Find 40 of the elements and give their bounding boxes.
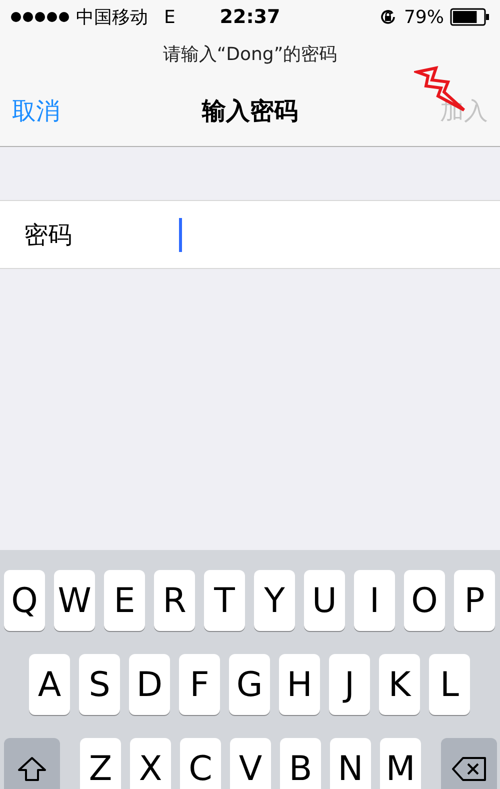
keyboard-key[interactable]: U [304, 570, 345, 631]
battery-icon [450, 8, 490, 26]
keyboard-key[interactable]: V [230, 738, 271, 789]
keyboard-key[interactable]: Y [254, 570, 295, 631]
keyboard-key[interactable]: B [280, 738, 321, 789]
delete-key[interactable] [441, 738, 497, 789]
keyboard-key[interactable]: H [279, 654, 320, 715]
keyboard-key[interactable]: R [154, 570, 195, 631]
keyboard-key[interactable]: Z [80, 738, 121, 789]
prompt-text: 请输入“Dong”的密码 [162, 43, 338, 67]
password-field[interactable]: 密码 [0, 200, 500, 269]
keyboard-key[interactable]: X [130, 738, 171, 789]
keyboard-key[interactable]: C [180, 738, 221, 789]
keyboard-key[interactable]: J [329, 654, 370, 715]
keyboard-key[interactable]: G [229, 654, 270, 715]
shift-key[interactable] [4, 738, 60, 789]
signal-icon [10, 11, 70, 23]
keyboard-key[interactable]: F [179, 654, 220, 715]
battery-percent: 79% [404, 6, 444, 28]
clock-time: 22:37 [220, 6, 280, 28]
carrier-name: 中国移动 [76, 6, 148, 29]
keyboard-key[interactable]: D [129, 654, 170, 715]
keyboard-key[interactable]: K [379, 654, 420, 715]
keyboard-key[interactable]: Q [4, 570, 45, 631]
shift-icon [17, 756, 47, 782]
delete-icon [451, 756, 487, 782]
field-label: 密码 [24, 220, 73, 250]
keyboard-key[interactable]: T [204, 570, 245, 631]
keyboard-key[interactable]: S [79, 654, 120, 715]
keyboard-key[interactable]: E [104, 570, 145, 631]
keyboard-key[interactable]: P [454, 570, 495, 631]
keyboard-key[interactable]: W [54, 570, 95, 631]
network-type: E [164, 6, 176, 28]
keyboard-key[interactable]: M [380, 738, 421, 789]
nav-title: 输入密码 [202, 96, 298, 127]
keyboard-key[interactable]: A [29, 654, 70, 715]
keyboard-key[interactable]: I [354, 570, 395, 631]
keyboard-key[interactable]: N [330, 738, 371, 789]
keyboard-key[interactable]: O [404, 570, 445, 631]
keyboard-key[interactable]: L [429, 654, 470, 715]
